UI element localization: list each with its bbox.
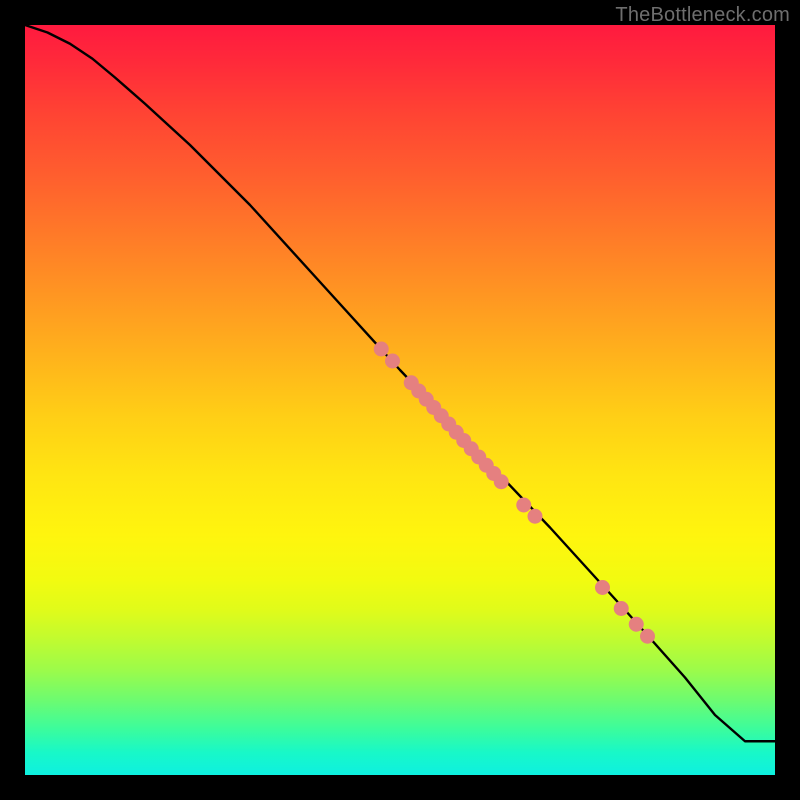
- curve-line: [25, 25, 775, 741]
- scatter-points: [374, 342, 655, 644]
- data-point: [629, 617, 644, 632]
- plot-area: [25, 25, 775, 775]
- data-point: [385, 354, 400, 369]
- data-point: [494, 474, 509, 489]
- data-point: [516, 498, 531, 513]
- data-point: [374, 342, 389, 357]
- data-point: [528, 509, 543, 524]
- data-point: [595, 580, 610, 595]
- data-point: [614, 601, 629, 616]
- chart-stage: TheBottleneck.com: [0, 0, 800, 800]
- data-point: [640, 629, 655, 644]
- chart-overlay: [25, 25, 775, 775]
- watermark-text: TheBottleneck.com: [615, 4, 790, 27]
